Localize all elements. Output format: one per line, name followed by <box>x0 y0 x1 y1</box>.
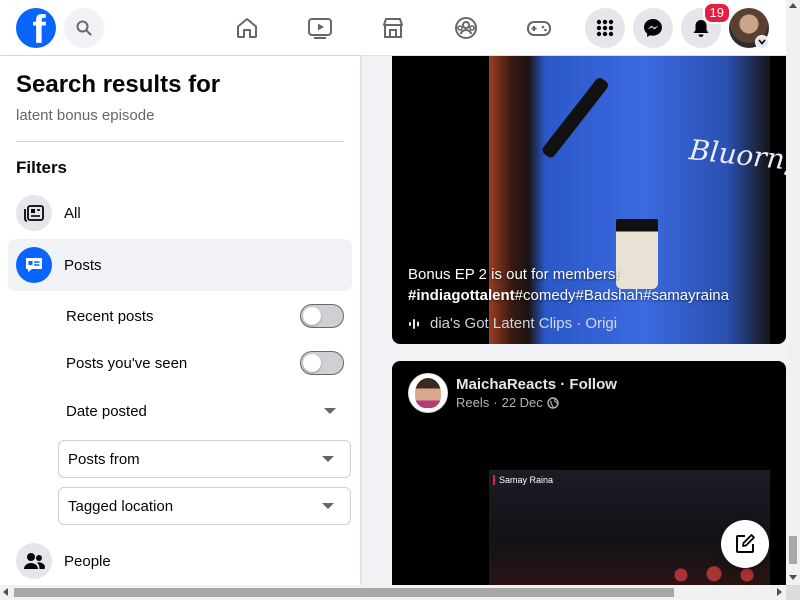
marketplace-icon[interactable] <box>377 12 409 44</box>
recent-posts-label: Recent posts <box>66 307 154 325</box>
bell-icon[interactable]: 19 <box>681 2 731 48</box>
watch-icon[interactable] <box>304 12 336 44</box>
filters-heading: Filters <box>16 158 68 177</box>
home-icon[interactable] <box>231 12 263 44</box>
posts-icon <box>16 247 52 283</box>
post-caption: Bonus EP 2 is out for members! <box>408 266 620 283</box>
top-navigation-bar: f 19 <box>0 0 786 56</box>
coffee-cup-graphic <box>616 219 658 289</box>
filter-all[interactable]: All <box>8 187 352 239</box>
gaming-icon[interactable] <box>523 12 555 44</box>
all-results-icon <box>16 195 52 231</box>
posts-from-label: Posts from <box>68 450 140 468</box>
post-meta: Reels · 22 Dec <box>456 395 559 410</box>
hashtag-link[interactable]: #samayraina <box>643 287 729 304</box>
globe-icon <box>547 396 559 409</box>
page-title: Search results for <box>16 71 221 98</box>
recent-posts-option: Recent posts <box>66 304 344 328</box>
tagged-location-select[interactable]: Tagged location <box>58 487 351 525</box>
posts-seen-label: Posts you've seen <box>66 354 188 372</box>
menu-grid-icon[interactable] <box>585 8 625 48</box>
follow-link[interactable]: Follow <box>569 376 617 393</box>
audio-track[interactable]: dia's Got Latent Clips · Origi <box>408 315 626 332</box>
compose-icon[interactable] <box>721 520 769 568</box>
audio-track-name: dia's Got Latent Clips · Origi <box>430 315 618 332</box>
people-icon <box>16 543 52 579</box>
microphone-graphic <box>540 76 611 160</box>
scroll-down-icon[interactable] <box>789 575 797 580</box>
scrollbar-thumb[interactable] <box>789 536 797 564</box>
filter-people-label: People <box>64 552 111 570</box>
feed-post-reel[interactable]: Bluorng Bonus EP 2 is out for members! #… <box>392 56 786 344</box>
shirt-brand-text: Bluorng <box>687 133 786 178</box>
scrollbar-thumb[interactable] <box>14 588 674 597</box>
hashtag-link[interactable]: #Badshah <box>576 287 644 304</box>
date-posted-label: Date posted <box>66 402 147 420</box>
filter-all-label: All <box>64 204 81 222</box>
date-posted-dropdown[interactable]: Date posted <box>66 399 344 423</box>
search-icon[interactable] <box>64 8 104 48</box>
search-filters-sidebar: Search results for latent bonus episode … <box>0 56 360 585</box>
caret-down-icon <box>322 503 334 509</box>
scroll-left-icon[interactable] <box>3 588 8 596</box>
posts-from-select[interactable]: Posts from <box>58 440 351 478</box>
scroll-up-icon[interactable] <box>789 3 797 8</box>
hashtag-link[interactable]: #indiagottalent <box>408 287 515 304</box>
separator: · <box>560 376 566 393</box>
filter-people[interactable]: People <box>8 535 352 585</box>
divider <box>16 141 344 142</box>
scroll-right-icon[interactable] <box>777 588 782 596</box>
video-label: Samay Raina <box>493 475 553 485</box>
author-avatar[interactable] <box>408 373 448 413</box>
audio-wave-icon <box>409 318 419 329</box>
posts-seen-toggle[interactable] <box>300 351 344 375</box>
messenger-icon[interactable] <box>633 8 673 48</box>
search-query: latent bonus episode <box>16 107 155 124</box>
filter-posts[interactable]: Posts <box>8 239 352 291</box>
hashtag-link[interactable]: #comedy <box>515 287 576 304</box>
recent-posts-toggle[interactable] <box>300 304 344 328</box>
facebook-logo-icon[interactable]: f <box>16 8 56 48</box>
post-date[interactable]: 22 Dec <box>502 395 543 410</box>
caret-down-icon <box>324 408 336 414</box>
horizontal-scrollbar[interactable] <box>0 585 786 600</box>
post-hashtags: #indiagottalent#comedy#Badshah#samayrain… <box>408 287 729 304</box>
groups-icon[interactable] <box>450 12 482 44</box>
post-author-line: MaichaReacts · Follow <box>456 376 617 393</box>
scrollbar-corner <box>786 585 800 600</box>
caret-down-icon <box>322 456 334 462</box>
post-source[interactable]: Reels <box>456 395 489 410</box>
tagged-location-label: Tagged location <box>68 497 174 515</box>
separator: · <box>493 395 498 410</box>
chevron-down-icon[interactable] <box>755 35 769 49</box>
vertical-scrollbar[interactable] <box>786 0 800 585</box>
author-name[interactable]: MaichaReacts <box>456 376 556 393</box>
filter-posts-label: Posts <box>64 256 102 274</box>
notification-count-badge: 19 <box>702 2 731 24</box>
posts-seen-option: Posts you've seen <box>66 351 344 375</box>
